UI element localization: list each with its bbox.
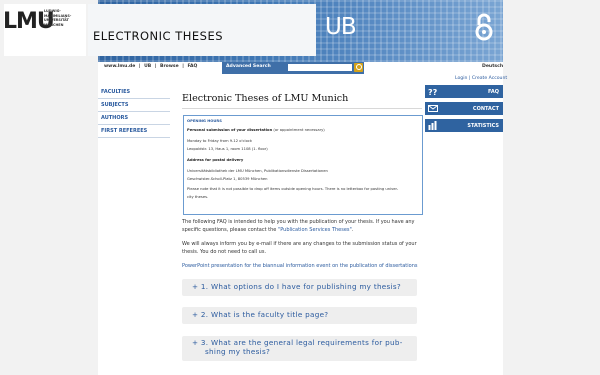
right-panel-faq[interactable]: ?? FAQ bbox=[425, 85, 503, 98]
login-link[interactable]: Login bbox=[455, 76, 467, 81]
left-menu-faculties[interactable]: FACULTIES bbox=[98, 86, 170, 99]
nav-link-lmu[interactable]: www.lmu.de bbox=[104, 64, 135, 69]
personal-submission-suffix: (or appointment necessary) bbox=[272, 128, 325, 132]
right-panel-statistics[interactable]: STATISTICS bbox=[425, 119, 503, 132]
right-panel-contact-label: CONTACT bbox=[472, 106, 499, 112]
account-separator: | bbox=[468, 76, 471, 81]
left-menu-authors[interactable]: AUTHORS bbox=[98, 112, 170, 125]
note-line-1: Please note that it is not possible to d… bbox=[187, 187, 399, 191]
intro-period: . bbox=[351, 227, 354, 234]
create-account-link[interactable]: Create Account bbox=[472, 76, 507, 81]
left-menu-first-referees[interactable]: FIRST REFEREES bbox=[98, 125, 170, 138]
postal-line-2: Geschwister-Scholl-Platz 1, 80539 Münche… bbox=[187, 177, 268, 181]
left-menu: FACULTIES SUBJECTS AUTHORS FIRST REFEREE… bbox=[98, 86, 170, 138]
intro-text: specific questions, please contact the bbox=[182, 227, 278, 234]
bar-chart-icon bbox=[428, 121, 437, 130]
right-panel-faq-label: FAQ bbox=[488, 89, 499, 95]
personal-submission-line: Personal submission of your dissertation… bbox=[187, 128, 325, 133]
opening-room: Leopoldstr. 13, Haus 1, room 1108 (1. fl… bbox=[187, 147, 268, 151]
personal-submission-label: Personal submission of your dissertation bbox=[187, 128, 273, 132]
faq-question-2: + 2. What is the faculty title page? bbox=[192, 310, 329, 319]
note-line-2: city theses. bbox=[187, 195, 209, 199]
left-menu-subjects[interactable]: SUBJECTS bbox=[98, 99, 170, 112]
intro-line-2: specific questions, please contact the "… bbox=[182, 226, 422, 234]
status-line-2: thesis. You do not need to call us. bbox=[182, 249, 267, 256]
open-access-icon bbox=[475, 13, 493, 41]
publication-services-link[interactable]: "Publication Services Theses" bbox=[278, 227, 352, 233]
nav-link-browse[interactable]: Browse bbox=[160, 64, 179, 69]
advanced-search-link[interactable]: Advanced Search bbox=[226, 64, 271, 69]
info-box: OPENING HOURS Personal submission of you… bbox=[183, 115, 423, 215]
question-icon: ?? bbox=[428, 88, 438, 96]
lmu-logo-subtext: LUDWIG- MAXIMILIANS- UNIVERSITÄT MÜNCHEN bbox=[44, 9, 80, 27]
opening-hours-heading: OPENING HOURS bbox=[187, 119, 222, 123]
site-title[interactable]: ELECTRONIC THESES bbox=[93, 29, 223, 43]
powerpoint-link[interactable]: PowerPoint presentation for the biannual… bbox=[182, 263, 417, 269]
faq-question-3-cont: shing my thesis? bbox=[205, 347, 271, 356]
nav-separator: | bbox=[154, 64, 157, 69]
svg-text:??: ?? bbox=[428, 88, 438, 96]
opening-days: Monday to Friday from 9-12 o'clock bbox=[187, 139, 252, 143]
page-title: Electronic Theses of LMU Munich bbox=[182, 93, 349, 104]
nav-link-ub[interactable]: UB bbox=[144, 64, 151, 69]
faq-item-3[interactable]: + 3. What are the general legal requirem… bbox=[182, 336, 417, 361]
postal-line-1: Universitätsbibliothek der LMU München, … bbox=[187, 169, 328, 173]
search-button[interactable] bbox=[354, 63, 363, 72]
faq-item-1[interactable]: + 1. What options do I have for publishi… bbox=[182, 279, 417, 296]
top-nav-links: www.lmu.de | UB | Browse | FAQ bbox=[104, 64, 199, 69]
language-switch[interactable]: Deutsch bbox=[482, 64, 503, 69]
intro-line-1: The following FAQ is intended to help yo… bbox=[182, 219, 415, 225]
nav-separator: | bbox=[138, 64, 141, 69]
status-paragraph: We will always inform you by e-mail if t… bbox=[182, 240, 422, 256]
search-input[interactable] bbox=[288, 64, 352, 71]
account-links: Login | Create Account bbox=[455, 76, 507, 81]
nav-separator: | bbox=[182, 64, 184, 69]
ub-logo[interactable]: UB bbox=[325, 14, 357, 40]
right-panel-statistics-label: STATISTICS bbox=[467, 123, 499, 129]
mail-icon bbox=[428, 105, 438, 112]
search-icon bbox=[356, 64, 362, 70]
right-panel-contact[interactable]: CONTACT bbox=[425, 102, 503, 115]
postal-heading: Address for postal delivery bbox=[187, 158, 244, 162]
title-divider bbox=[182, 108, 422, 109]
faq-item-2[interactable]: + 2. What is the faculty title page? bbox=[182, 307, 417, 324]
faq-question-1: + 1. What options do I have for publishi… bbox=[192, 282, 402, 291]
intro-paragraph: The following FAQ is intended to help yo… bbox=[182, 218, 422, 234]
status-line-1: We will always inform you by e-mail if t… bbox=[182, 241, 417, 247]
nav-link-faq[interactable]: FAQ bbox=[187, 64, 197, 69]
lmu-subtext-line: MÜNCHEN bbox=[44, 22, 64, 27]
